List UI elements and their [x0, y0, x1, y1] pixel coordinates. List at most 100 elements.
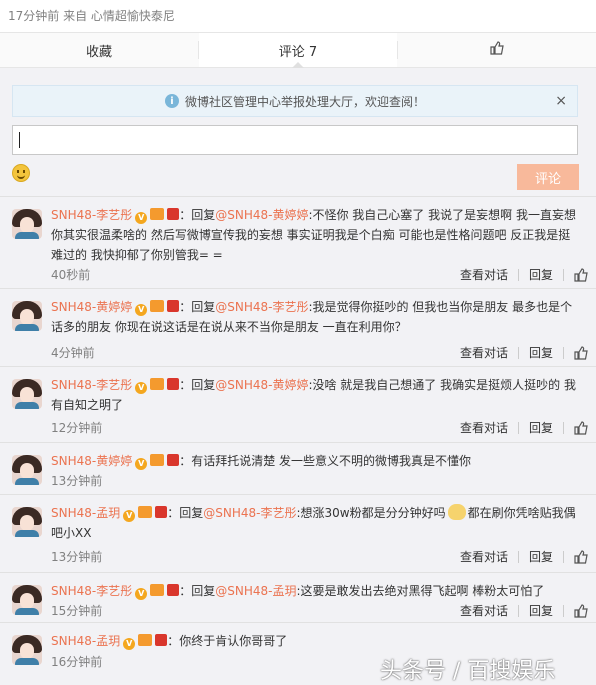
- reply-link[interactable]: 回复: [519, 344, 563, 361]
- mention-link[interactable]: @SNH48-黄婷婷: [215, 378, 308, 392]
- comment-time: 12分钟前: [51, 421, 103, 435]
- reply-prefix: ：回复: [179, 300, 216, 314]
- user-name[interactable]: SNH48-黄婷婷: [51, 300, 132, 314]
- comment-item: SNH48-黄婷婷 V ：有话拜托说清楚 发一些意义不明的微博我真是不懂你 13分钟…: [0, 442, 596, 494]
- comment-text: SNH48-孟玥 V ：你终于肯认你哥哥了: [51, 631, 581, 651]
- comment-time: 13分钟前: [51, 550, 103, 564]
- view-thread-link[interactable]: 查看对话: [450, 419, 518, 436]
- comment-time: 16分钟前: [51, 655, 103, 669]
- verified-icon: V: [135, 212, 148, 224]
- comment-actions: 查看对话 回复: [450, 548, 588, 565]
- avatar[interactable]: [12, 209, 42, 239]
- gift-icon: [167, 378, 180, 390]
- reply-link[interactable]: 回复: [519, 419, 563, 436]
- avatar[interactable]: [12, 507, 42, 537]
- view-thread-link[interactable]: 查看对话: [450, 344, 518, 361]
- comment-text: SNH48-李艺彤 V ：回复@SNH48-黄婷婷:没啥 就是我自己想通了 我确实是…: [51, 375, 581, 415]
- member-icon: [150, 300, 165, 312]
- reply-prefix: ：回复: [179, 208, 216, 222]
- comment-time: 4分钟前: [51, 346, 95, 360]
- doge-emoji-icon: [447, 504, 466, 520]
- avatar[interactable]: [12, 379, 42, 409]
- comment-item: SNH48-李艺彤 V ：回复@SNH48-黄婷婷:不怪你 我自己心塞了 我说了是妄…: [0, 196, 596, 288]
- gift-icon: [167, 300, 180, 312]
- avatar[interactable]: [12, 635, 42, 665]
- tab-favorite[interactable]: 收藏: [0, 33, 198, 67]
- comment-actions: 查看对话 回复: [450, 602, 588, 619]
- like-icon[interactable]: [574, 603, 588, 618]
- gift-icon: [167, 584, 180, 596]
- comment-text: SNH48-孟玥 V ：回复@SNH48-李艺彤:想涨30w粉都是分分钟好吗 都在刷你…: [51, 503, 581, 543]
- avatar[interactable]: [12, 455, 42, 485]
- tab-comment[interactable]: 评论 7: [199, 33, 397, 68]
- comment-actions: 查看对话 回复: [450, 419, 588, 436]
- reply-prefix: ：: [167, 634, 180, 648]
- comment-time: 40秒前: [51, 268, 91, 282]
- comment-actions: 查看对话 回复: [450, 344, 588, 361]
- like-icon[interactable]: [574, 420, 588, 435]
- close-icon[interactable]: ×: [555, 93, 567, 109]
- member-icon: [150, 454, 165, 466]
- verified-icon: V: [135, 588, 148, 600]
- verified-icon: V: [135, 382, 148, 394]
- like-icon[interactable]: [574, 345, 588, 360]
- comment-actions: 查看对话 回复: [450, 266, 588, 283]
- user-name[interactable]: SNH48-孟玥: [51, 506, 120, 520]
- comment-item: SNH48-李艺彤 V ：回复@SNH48-孟玥:这要是敢发出去绝对黑得飞起啊 棒粉…: [0, 572, 596, 622]
- tab-like[interactable]: [398, 33, 596, 67]
- watermark-text: 头条号 / 百搜娱乐: [380, 659, 556, 684]
- comment-text: SNH48-黄婷婷 V ：有话拜托说清楚 发一些意义不明的微博我真是不懂你: [51, 451, 581, 471]
- reply-prefix: ：回复: [179, 378, 216, 392]
- member-icon: [138, 634, 153, 646]
- tab-bar: 收藏 评论 7: [0, 32, 596, 68]
- comment-text: SNH48-李艺彤 V ：回复@SNH48-孟玥:这要是敢发出去绝对黑得飞起啊 棒粉…: [51, 581, 581, 601]
- gift-icon: [167, 454, 180, 466]
- reply-prefix: ：回复: [167, 506, 204, 520]
- user-name[interactable]: SNH48-李艺彤: [51, 208, 132, 222]
- comment-text: SNH48-黄婷婷 V ：回复@SNH48-李艺彤:我是觉得你挺吵的 但我也当你是朋…: [51, 297, 581, 337]
- comment-item: SNH48-李艺彤 V ：回复@SNH48-黄婷婷:没啥 就是我自己想通了 我确实是…: [0, 366, 596, 442]
- user-name[interactable]: SNH48-孟玥: [51, 634, 120, 648]
- notice-bar: i 微博社区管理中心举报处理大厅，欢迎查阅！ ×: [12, 85, 578, 117]
- mention-link[interactable]: @SNH48-黄婷婷: [215, 208, 308, 222]
- comment-body: 有话拜托说清楚 发一些意义不明的微博我真是不懂你: [191, 454, 472, 468]
- view-thread-link[interactable]: 查看对话: [450, 548, 518, 565]
- verified-icon: V: [123, 638, 136, 650]
- view-thread-link[interactable]: 查看对话: [450, 266, 518, 283]
- comment-body: 你终于肯认你哥哥了: [179, 634, 288, 648]
- mention-link[interactable]: @SNH48-孟玥: [215, 584, 296, 598]
- mention-link[interactable]: @SNH48-李艺彤: [203, 506, 296, 520]
- comment-item: SNH48-孟玥 V ：回复@SNH48-李艺彤:想涨30w粉都是分分钟好吗 都在刷你…: [0, 494, 596, 572]
- reply-link[interactable]: 回复: [519, 548, 563, 565]
- avatar[interactable]: [12, 585, 42, 615]
- user-name[interactable]: SNH48-李艺彤: [51, 378, 132, 392]
- like-icon[interactable]: [574, 549, 588, 564]
- status-line: 17分钟前 来自 心情超愉快泰尼: [8, 9, 175, 23]
- emoji-icon[interactable]: [12, 164, 30, 182]
- thumbs-up-icon: [490, 41, 504, 59]
- member-icon: [150, 584, 165, 596]
- like-icon[interactable]: [574, 267, 588, 282]
- user-name[interactable]: SNH48-李艺彤: [51, 584, 132, 598]
- comment-item: SNH48-黄婷婷 V ：回复@SNH48-李艺彤:我是觉得你挺吵的 但我也当你是朋…: [0, 288, 596, 366]
- comment-panel: i 微博社区管理中心举报处理大厅，欢迎查阅！ × 评论 SNH48-李艺彤 V ：回…: [0, 68, 596, 685]
- comment-input[interactable]: [12, 125, 578, 155]
- user-name[interactable]: SNH48-黄婷婷: [51, 454, 132, 468]
- member-icon: [138, 506, 153, 518]
- reply-link[interactable]: 回复: [519, 266, 563, 283]
- comment-text: SNH48-李艺彤 V ：回复@SNH48-黄婷婷:不怪你 我自己心塞了 我说了是妄…: [51, 205, 581, 265]
- reply-link[interactable]: 回复: [519, 602, 563, 619]
- gift-icon: [167, 208, 180, 220]
- verified-icon: V: [123, 510, 136, 522]
- comment-body: :这要是敢发出去绝对黑得飞起啊 棒粉太可怕了: [296, 584, 545, 598]
- comment-time: 13分钟前: [51, 474, 103, 488]
- view-thread-link[interactable]: 查看对话: [450, 602, 518, 619]
- notice-text[interactable]: 微博社区管理中心举报处理大厅，欢迎查阅！: [185, 93, 425, 110]
- avatar[interactable]: [12, 301, 42, 331]
- comment-time: 15分钟前: [51, 604, 103, 618]
- gift-icon: [155, 506, 168, 518]
- mention-link[interactable]: @SNH48-李艺彤: [215, 300, 308, 314]
- submit-comment-button[interactable]: 评论: [517, 164, 579, 190]
- reply-prefix: ：: [179, 454, 192, 468]
- gift-icon: [155, 634, 168, 646]
